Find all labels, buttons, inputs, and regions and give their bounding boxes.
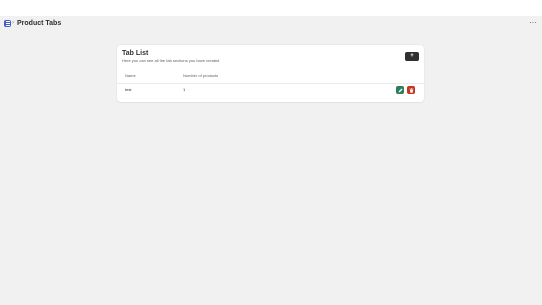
column-header-number-of-products: Number of products	[183, 73, 219, 78]
app-header: › Product Tabs ···	[0, 16, 542, 31]
table-row: test 1	[117, 83, 424, 98]
card-subtitle: Here you can see all the tab sections yo…	[122, 58, 220, 63]
card-title: Tab List	[122, 50, 149, 57]
row-product-count: 1	[183, 87, 186, 92]
app-menu-icon[interactable]	[4, 20, 11, 27]
edit-icon	[398, 88, 402, 92]
edit-button[interactable]	[396, 86, 404, 94]
page-title: Product Tabs	[17, 20, 62, 27]
more-actions-icon[interactable]: ···	[529, 17, 537, 28]
delete-icon	[409, 87, 413, 93]
column-header-name: Name	[125, 73, 136, 78]
row-name: test	[125, 87, 132, 92]
delete-button[interactable]	[407, 86, 415, 94]
tab-list-card: Tab List Here you can see all the tab se…	[117, 45, 424, 102]
plus-icon: +	[410, 53, 414, 59]
add-tab-button[interactable]: +	[405, 52, 419, 61]
top-strip	[0, 0, 542, 16]
breadcrumb-separator: ›	[12, 20, 14, 26]
